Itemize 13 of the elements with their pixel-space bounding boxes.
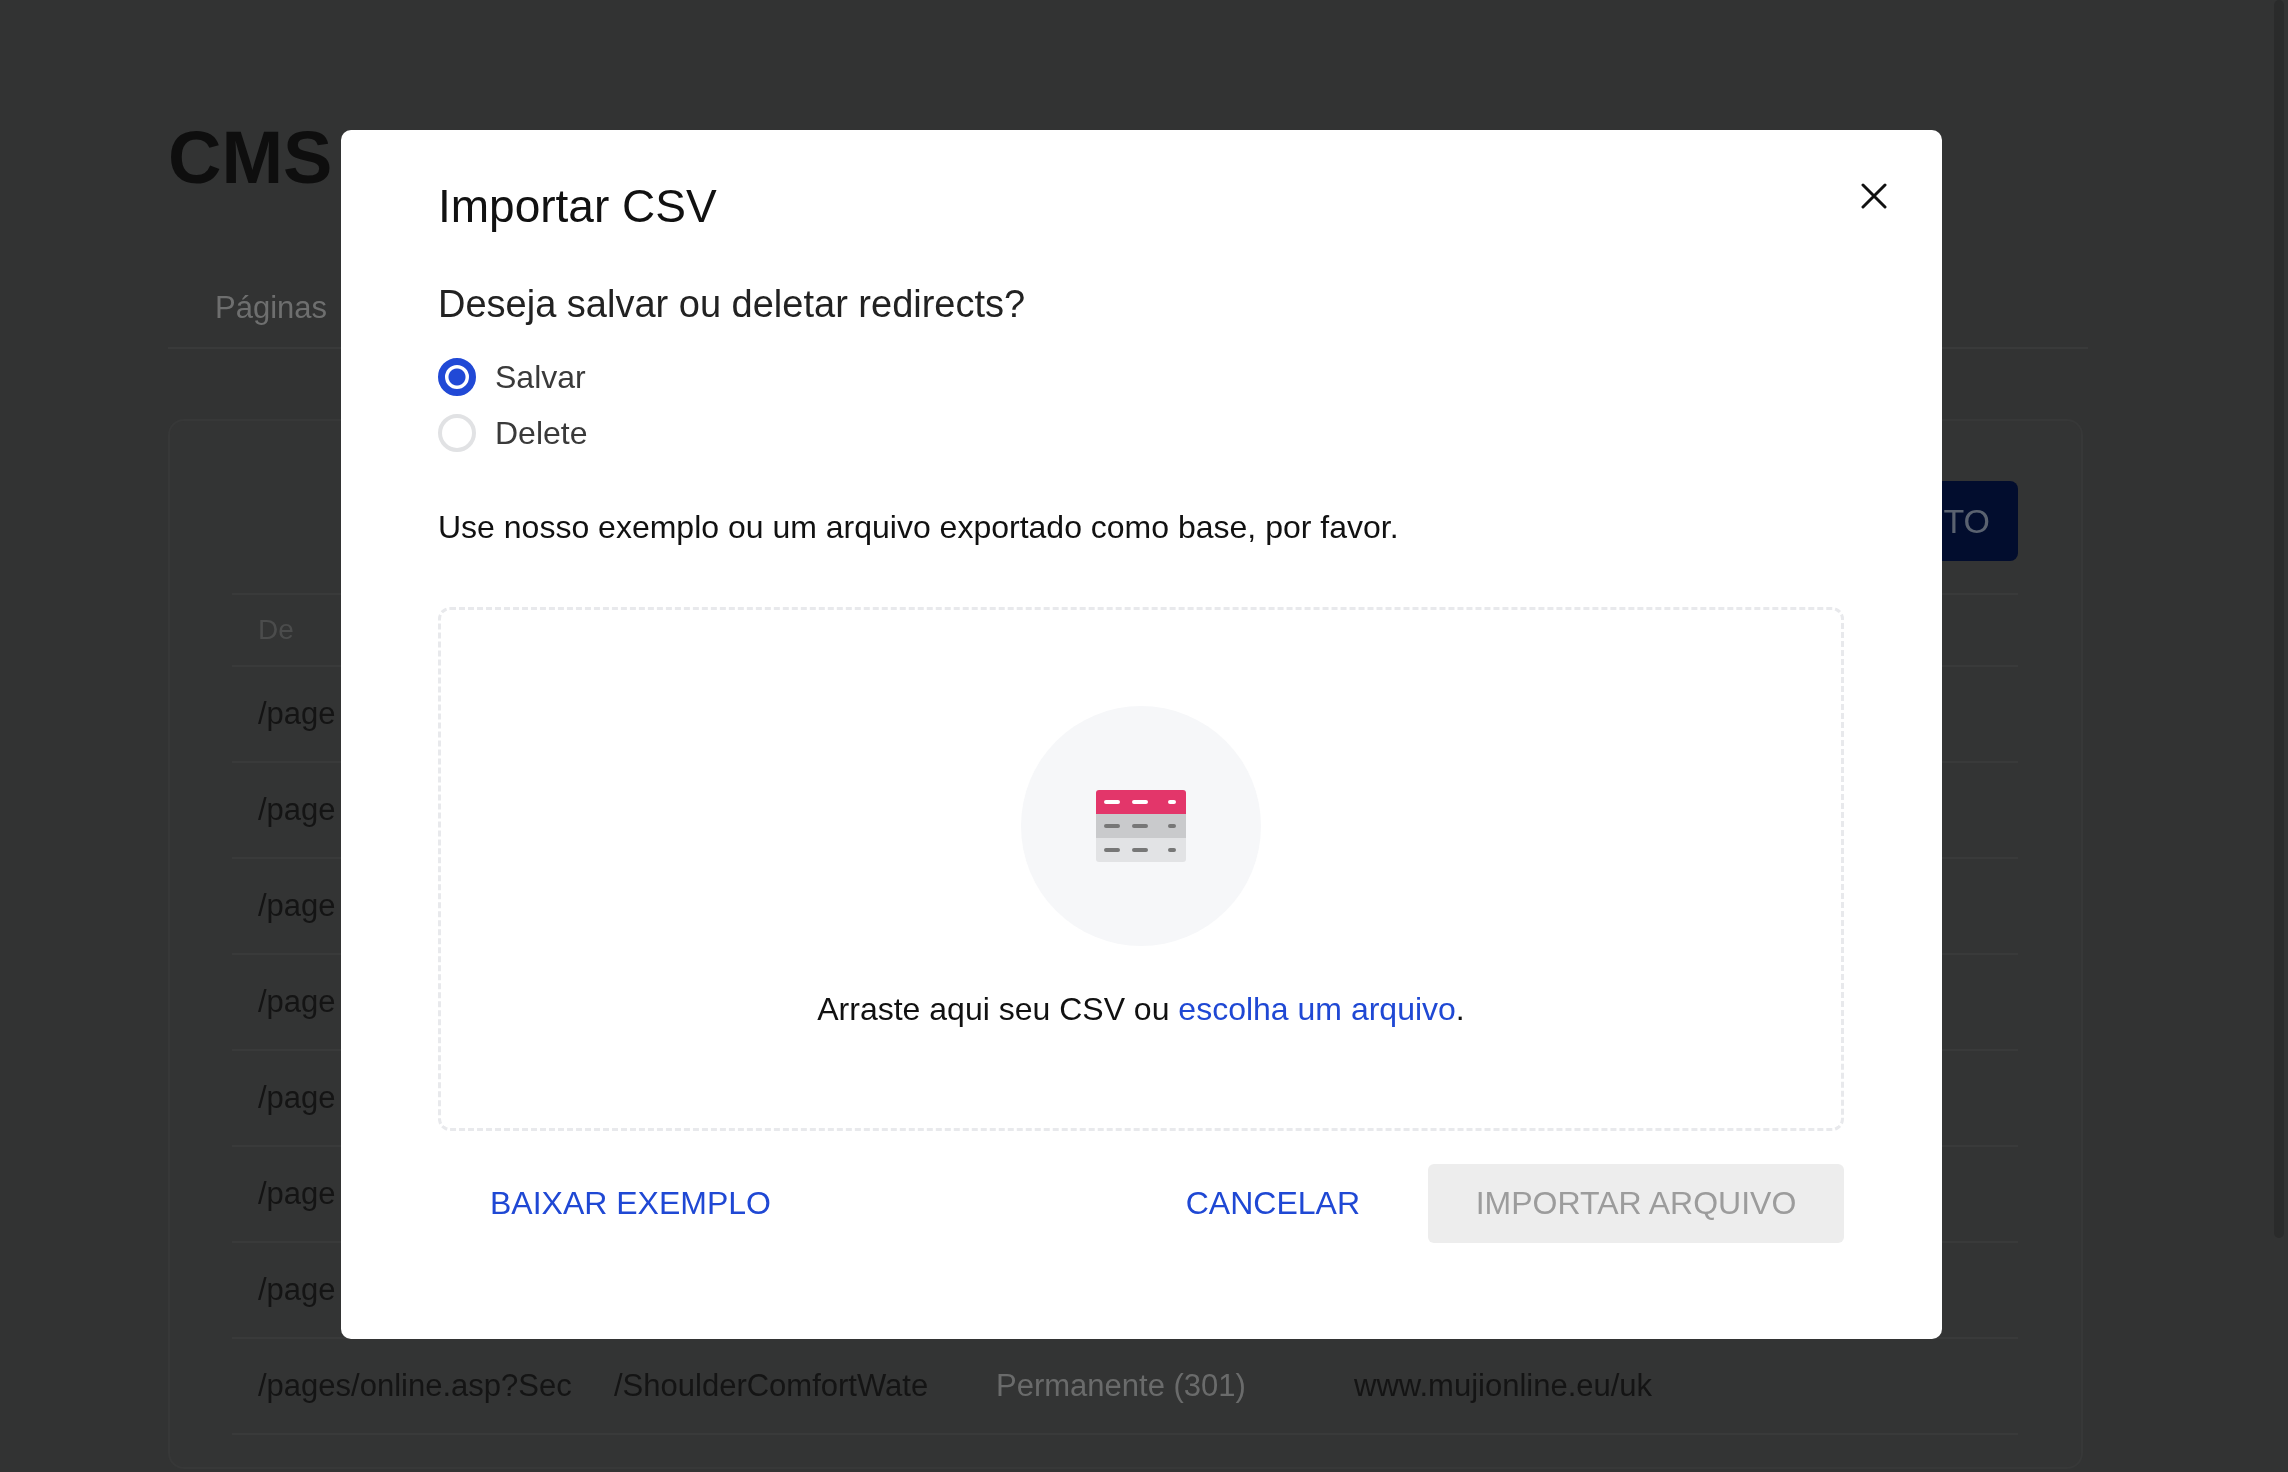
drop-zone[interactable]: Arraste aqui seu CSV ou escolha um arquivo. bbox=[438, 607, 1844, 1131]
radio-button[interactable] bbox=[438, 358, 476, 396]
dialog-title: Importar CSV bbox=[438, 180, 717, 232]
choose-file-link[interactable]: escolha um arquivo bbox=[1178, 991, 1456, 1027]
option-label: Salvar bbox=[495, 358, 586, 396]
text-button[interactable]: CANCELAR bbox=[1133, 1164, 1412, 1243]
hint-text: Use nosso exemplo ou um arquivo exportado como base, por favor. bbox=[438, 508, 1400, 547]
close-icon[interactable] bbox=[1861, 183, 1887, 209]
table-icon bbox=[1096, 790, 1186, 862]
text-button[interactable]: BAIXAR EXEMPLO bbox=[438, 1164, 823, 1243]
drop-instructions: Arraste aqui seu CSV ou escolha um arquivo. bbox=[817, 990, 1465, 1029]
option-label: Delete bbox=[495, 414, 588, 452]
question-text: Deseja salvar ou deletar redirects? bbox=[438, 282, 1027, 327]
